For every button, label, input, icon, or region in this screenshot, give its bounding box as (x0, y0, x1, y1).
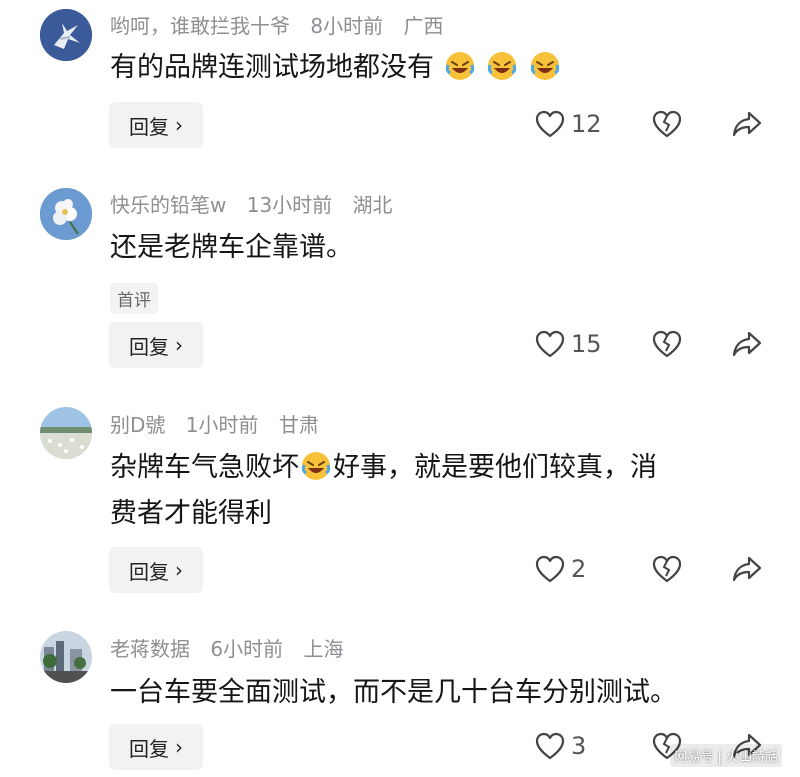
watermark: 网易号 | 火山詩話 (670, 744, 782, 767)
comment-meta: 别D號 1小时前 甘肃 (110, 409, 333, 438)
fighter-jet-icon (40, 9, 92, 61)
comment-meta: 哟呵，谁敢拦我十爷 8小时前 广西 (110, 10, 457, 39)
share-arrow-icon (732, 111, 762, 137)
like-count: 15 (571, 330, 602, 358)
laughing-crying-emoji-icon (528, 52, 562, 83)
chevron-right-icon: › (175, 333, 183, 357)
avatar[interactable] (40, 188, 92, 240)
share-button[interactable] (732, 110, 762, 138)
comment-text: 一台车要全面测试，而不是几十台车分别测试。 (110, 677, 677, 708)
reply-button[interactable]: 回复 › (109, 322, 203, 368)
username[interactable]: 哟呵，谁敢拦我十爷 (110, 14, 290, 38)
share-button[interactable] (732, 330, 762, 358)
comment-meta: 快乐的铅笔w 13小时前 湖北 (110, 189, 407, 218)
like-count: 12 (571, 110, 602, 138)
broken-heart-icon (652, 555, 682, 583)
location: 广西 (403, 14, 444, 38)
comment-text: 有的品牌连测试场地都没有 (110, 45, 770, 91)
timestamp: 8小时前 (310, 14, 384, 38)
location: 甘肃 (278, 413, 319, 437)
comment-text: 还是老牌车企靠谱。 (110, 232, 353, 263)
location: 上海 (303, 637, 344, 661)
reply-button[interactable]: 回复 › (109, 102, 203, 148)
reply-button[interactable]: 回复 › (109, 547, 203, 593)
dislike-button[interactable] (652, 110, 682, 138)
city-street-icon (40, 631, 92, 683)
like-count: 3 (571, 732, 587, 760)
like-button[interactable]: 15 (535, 330, 602, 358)
avatar[interactable] (40, 9, 92, 61)
comment-meta: 老蒋数据 6小时前 上海 (110, 633, 357, 662)
laughing-crying-emoji-icon (443, 52, 486, 83)
timestamp: 1小时前 (185, 413, 259, 437)
dislike-button[interactable] (652, 330, 682, 358)
comment-text: 杂牌车气急败坏 好事，就是要他们较真，消 费者才能得利 (110, 452, 657, 529)
broken-heart-icon (652, 110, 682, 138)
username[interactable]: 老蒋数据 (110, 637, 190, 661)
chevron-right-icon: › (175, 113, 183, 137)
laughing-crying-emoji-icon (299, 452, 333, 483)
like-button[interactable]: 12 (535, 110, 602, 138)
dislike-button[interactable] (652, 555, 682, 583)
chevron-right-icon: › (175, 735, 183, 759)
heart-icon (535, 732, 565, 760)
like-button[interactable]: 2 (535, 555, 586, 583)
landscape-icon (40, 407, 92, 459)
heart-icon (535, 555, 565, 583)
share-arrow-icon (732, 331, 762, 357)
reply-button[interactable]: 回复 › (109, 724, 203, 770)
chevron-right-icon: › (175, 558, 183, 582)
share-arrow-icon (732, 556, 762, 582)
like-button[interactable]: 3 (535, 732, 586, 760)
username[interactable]: 别D號 (110, 413, 165, 437)
laughing-crying-emoji-icon (485, 52, 528, 83)
first-comment-badge: 首评 (110, 283, 158, 314)
username[interactable]: 快乐的铅笔w (110, 193, 226, 217)
heart-icon (535, 110, 565, 138)
avatar[interactable] (40, 631, 92, 683)
like-count: 2 (571, 555, 587, 583)
location: 湖北 (352, 193, 393, 217)
white-flower-icon (40, 188, 92, 240)
share-button[interactable] (732, 555, 762, 583)
timestamp: 13小时前 (246, 193, 333, 217)
avatar[interactable] (40, 407, 92, 459)
broken-heart-icon (652, 330, 682, 358)
heart-icon (535, 330, 565, 358)
timestamp: 6小时前 (210, 637, 284, 661)
